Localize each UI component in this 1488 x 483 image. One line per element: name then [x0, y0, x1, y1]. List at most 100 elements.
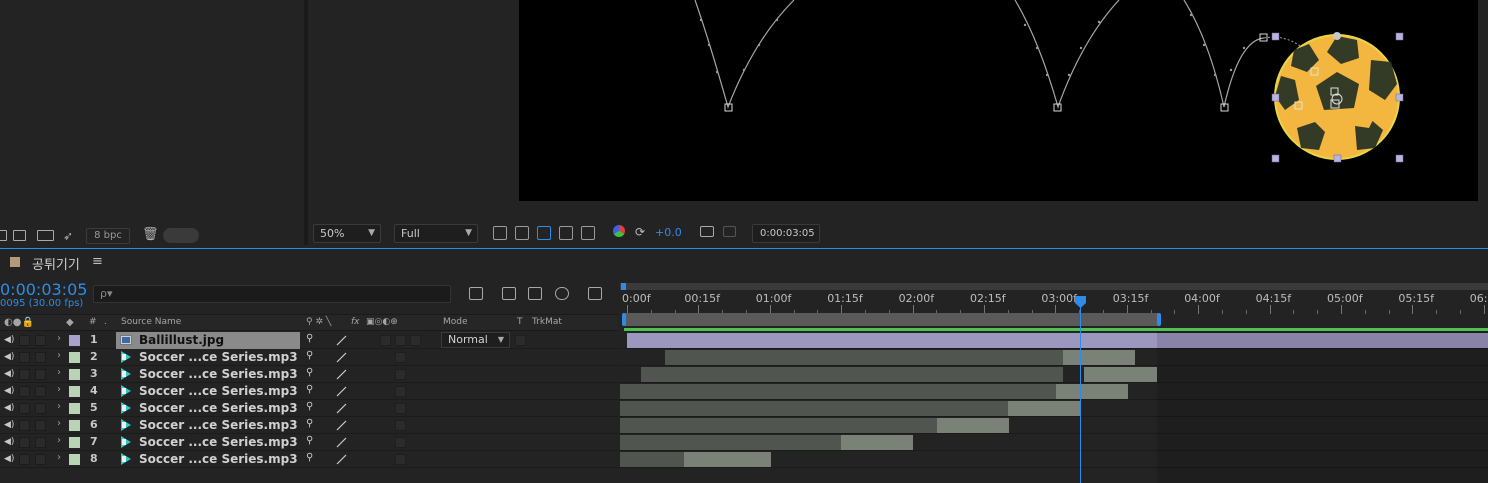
- solo-toggle[interactable]: [19, 437, 30, 448]
- audio-visibility-icon[interactable]: ◀): [4, 369, 16, 380]
- composition-canvas[interactable]: [519, 0, 1478, 201]
- layer-row[interactable]: ◀) › 2 Soccer ...ce Series.mp3 ⚲: [0, 349, 618, 366]
- work-area-end-handle[interactable]: [1157, 313, 1161, 326]
- switch-box[interactable]: [395, 454, 406, 465]
- switch-box[interactable]: [395, 352, 406, 363]
- layer-label-swatch[interactable]: [69, 420, 80, 431]
- layer-label-swatch[interactable]: [69, 352, 80, 363]
- trash-icon[interactable]: 🗑: [142, 227, 159, 242]
- time-navigator-start-handle[interactable]: [621, 283, 626, 290]
- layer-row[interactable]: ◀) › 1 Ballillust.jpg ⚲ Normal ▼: [0, 332, 618, 349]
- audio-visibility-icon[interactable]: ◀): [4, 420, 16, 431]
- quality-switch-icon[interactable]: [336, 369, 347, 380]
- playhead-handle[interactable]: [1075, 296, 1086, 308]
- layer-duration-bar-tail[interactable]: [684, 452, 771, 467]
- lock-toggle[interactable]: [35, 386, 46, 397]
- transparency-grid-icon[interactable]: [515, 226, 529, 240]
- solo-toggle[interactable]: [19, 335, 30, 346]
- layer-duration-bar[interactable]: [620, 418, 937, 433]
- switch-box[interactable]: [395, 386, 406, 397]
- lock-toggle[interactable]: [35, 352, 46, 363]
- layer-duration-bar-tail[interactable]: [1063, 350, 1135, 365]
- shy-switch-icon[interactable]: ⚲: [306, 384, 313, 395]
- switch-box[interactable]: [395, 420, 406, 431]
- layer-duration-bar-tail[interactable]: [1008, 401, 1080, 416]
- quality-switch-icon[interactable]: [336, 420, 347, 431]
- shy-switch-icon[interactable]: ⚲: [306, 401, 313, 412]
- layer-row[interactable]: ◀) › 3 Soccer ...ce Series.mp3 ⚲: [0, 366, 618, 383]
- layer-label-swatch[interactable]: [69, 454, 80, 465]
- lock-toggle[interactable]: [35, 420, 46, 431]
- shy-layers-icon[interactable]: [528, 287, 542, 300]
- show-snapshot-icon[interactable]: [723, 226, 736, 237]
- quality-switch-icon[interactable]: [336, 335, 347, 346]
- blend-mode-dropdown[interactable]: Normal ▼: [441, 332, 510, 348]
- shy-switch-icon[interactable]: ⚲: [306, 350, 313, 361]
- fast-previews-icon[interactable]: [493, 226, 507, 240]
- soccer-ball[interactable]: [1274, 34, 1400, 160]
- layer-duration-bar[interactable]: [620, 452, 684, 467]
- layer-row[interactable]: ◀) › 4 Soccer ...ce Series.mp3 ⚲: [0, 383, 618, 400]
- audio-visibility-icon[interactable]: ◀): [4, 335, 16, 346]
- quality-switch-icon[interactable]: [336, 437, 347, 448]
- expand-chevron-icon[interactable]: ›: [57, 435, 61, 446]
- render-queue-icon[interactable]: ➶: [63, 229, 73, 243]
- solo-toggle[interactable]: [19, 403, 30, 414]
- comp-mini-flowchart-icon[interactable]: [469, 287, 483, 300]
- solo-toggle[interactable]: [19, 352, 30, 363]
- layer-duration-bar-tail[interactable]: [1056, 384, 1128, 399]
- quality-switch-icon[interactable]: [336, 386, 347, 397]
- draft-3d-icon[interactable]: [502, 287, 516, 300]
- switch-box[interactable]: [395, 437, 406, 448]
- switch-box[interactable]: [395, 403, 406, 414]
- lock-toggle[interactable]: [35, 369, 46, 380]
- column-trkmat[interactable]: TrkMat: [532, 317, 562, 327]
- layer-label-swatch[interactable]: [69, 369, 80, 380]
- shy-switch-icon[interactable]: ⚲: [306, 333, 313, 344]
- layer-row[interactable]: ◀) › 5 Soccer ...ce Series.mp3 ⚲: [0, 400, 618, 417]
- label-column-icon[interactable]: ◆: [66, 317, 74, 328]
- expand-chevron-icon[interactable]: ›: [57, 452, 61, 463]
- mask-path-visibility-icon[interactable]: [537, 226, 551, 240]
- switch-box[interactable]: [395, 335, 406, 346]
- layer-duration-bar-tail[interactable]: [841, 435, 913, 450]
- timeline-current-time[interactable]: 0:00:03:05: [0, 280, 87, 299]
- shy-switch-icon[interactable]: ⚲: [306, 367, 313, 378]
- shy-switch-icon[interactable]: ⚲: [306, 435, 313, 446]
- preserve-transparency-toggle[interactable]: [515, 335, 526, 346]
- expand-chevron-icon[interactable]: ›: [57, 418, 61, 429]
- shy-switch-icon[interactable]: ⚲: [306, 418, 313, 429]
- layer-row[interactable]: ◀) › 6 Soccer ...ce Series.mp3 ⚲: [0, 417, 618, 434]
- layer-duration-bar[interactable]: [641, 367, 1063, 382]
- solo-toggle[interactable]: [19, 369, 30, 380]
- frame-blending-icon[interactable]: [555, 287, 569, 300]
- layer-label-swatch[interactable]: [69, 335, 80, 346]
- layer-duration-bar[interactable]: [620, 435, 841, 450]
- camera-snapshot-icon[interactable]: [700, 226, 714, 237]
- quality-switch-icon[interactable]: [336, 454, 347, 465]
- switch-box[interactable]: [410, 335, 421, 346]
- zoom-dropdown[interactable]: 50% ▼: [313, 224, 381, 243]
- layer-row[interactable]: ◀) › 8 Soccer ...ce Series.mp3 ⚲: [0, 451, 618, 468]
- work-area-start-handle[interactable]: [622, 313, 626, 326]
- column-mode[interactable]: Mode: [443, 317, 468, 327]
- panel-menu-icon[interactable]: ≡: [92, 254, 103, 269]
- expand-chevron-icon[interactable]: ›: [57, 350, 61, 361]
- expand-chevron-icon[interactable]: ›: [57, 384, 61, 395]
- expand-chevron-icon[interactable]: ›: [57, 367, 61, 378]
- layer-duration-bar[interactable]: [665, 350, 1063, 365]
- column-source-name[interactable]: Source Name: [121, 317, 181, 327]
- layer-search-input[interactable]: ρ▾: [93, 285, 451, 303]
- layer-label-swatch[interactable]: [69, 437, 80, 448]
- audio-visibility-icon[interactable]: ◀): [4, 403, 16, 414]
- layer-label-swatch[interactable]: [69, 403, 80, 414]
- quality-switch-icon[interactable]: [336, 352, 347, 363]
- exposure-value[interactable]: +0.0: [655, 226, 682, 239]
- new-folder-icon[interactable]: [13, 230, 26, 241]
- layer-duration-bar-tail[interactable]: [937, 418, 1009, 433]
- region-of-interest-icon[interactable]: [559, 226, 573, 240]
- av-features-icon[interactable]: ◐●🔒: [4, 317, 34, 328]
- expand-chevron-icon[interactable]: ›: [57, 333, 61, 344]
- solo-toggle[interactable]: [19, 420, 30, 431]
- channel-icon[interactable]: [613, 225, 625, 237]
